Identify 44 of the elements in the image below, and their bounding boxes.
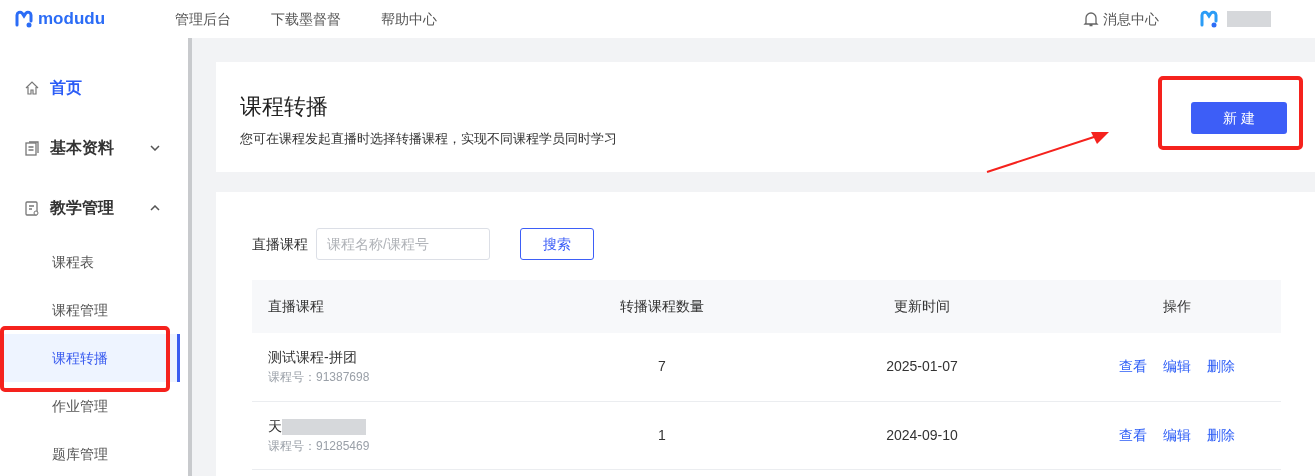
column-header: 更新时间 (772, 280, 1072, 333)
course-code: 课程号：91387698 (268, 369, 371, 387)
course-code: 课程号：91285469 (268, 437, 371, 455)
column-header: 操作 (1072, 280, 1281, 333)
sidebar-item[interactable]: 教学管理 (0, 178, 188, 238)
course-name: 测试课程-拼团 (268, 349, 357, 366)
column-header: 直播课程 (252, 280, 552, 333)
nav-link[interactable]: 管理后台 (175, 8, 232, 30)
table-cell: 2024-09-10 (772, 401, 1072, 469)
sidebar-subitem[interactable]: 课程表 (0, 238, 188, 286)
sidebar-item[interactable]: 基本资料 (0, 118, 188, 178)
sidebar-subitem[interactable]: 课程管理 (0, 286, 188, 334)
page-title: 课程转播 (240, 93, 329, 121)
action-link[interactable]: 删除 (1206, 426, 1235, 443)
sidebar-subitem[interactable]: 题库管理 (0, 430, 188, 476)
table-cell: 7 (552, 333, 772, 401)
search-field[interactable]: 课程名称/课程号 (316, 228, 490, 260)
logo-icon (14, 10, 34, 28)
action-link[interactable]: 编辑 (1162, 426, 1191, 443)
action-link[interactable]: 查看 (1118, 358, 1147, 375)
sidebar-item[interactable]: 首页 (0, 58, 188, 118)
nav-link[interactable]: 帮助中心 (381, 8, 438, 30)
home-icon (24, 80, 40, 96)
table-cell: 1 (552, 401, 772, 469)
nav-link[interactable]: 下载墨督督 (271, 8, 342, 30)
avatar-icon[interactable] (1199, 10, 1219, 28)
action-link[interactable]: 编辑 (1162, 358, 1191, 375)
bell-icon[interactable] (1083, 11, 1099, 27)
sidebar-subitem[interactable]: 作业管理 (0, 382, 188, 430)
search-button[interactable]: 搜索 (520, 228, 594, 260)
action-link[interactable]: 查看 (1118, 426, 1147, 443)
logo[interactable]: modudu (14, 6, 106, 32)
document-icon (24, 200, 40, 216)
document-icon (24, 140, 40, 156)
action-link[interactable]: 删除 (1206, 358, 1235, 375)
new-button[interactable]: 新 建 (1191, 102, 1287, 134)
filter-label: 直播课程 (252, 234, 308, 254)
notifications-link[interactable]: 消息中心 (1103, 8, 1159, 30)
logo-text: modudu (38, 8, 106, 31)
column-header: 转播课程数量 (552, 280, 772, 333)
page-description: 您可在课程发起直播时选择转播课程，实现不同课程学员同时学习 (240, 130, 617, 148)
redacted-username (1227, 11, 1271, 27)
table-cell: 2025-01-07 (772, 333, 1072, 401)
course-name: 天 (268, 417, 282, 434)
